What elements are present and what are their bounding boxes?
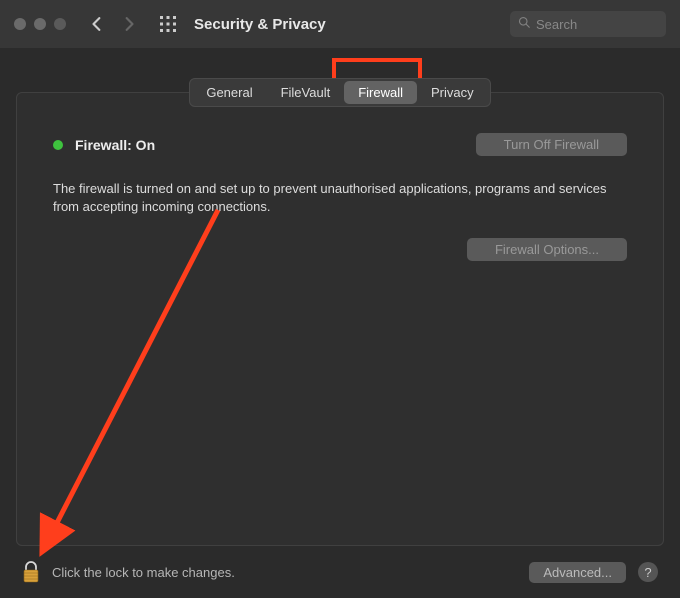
forward-button[interactable] <box>116 11 142 37</box>
tab-general[interactable]: General <box>192 81 266 104</box>
window-title: Security & Privacy <box>194 16 510 33</box>
tab-label: General <box>206 85 252 100</box>
tab-group: General FileVault Firewall Privacy <box>189 78 490 107</box>
back-button[interactable] <box>84 11 110 37</box>
show-all-prefs-icon[interactable] <box>158 14 178 34</box>
lock-icon[interactable] <box>22 561 40 583</box>
tab-label: FileVault <box>281 85 331 100</box>
tab-privacy[interactable]: Privacy <box>417 81 488 104</box>
content-panel: Firewall: On Turn Off Firewall The firew… <box>16 92 664 546</box>
firewall-options-button[interactable]: Firewall Options... <box>467 238 627 261</box>
traffic-lights <box>14 18 66 30</box>
turn-off-firewall-button[interactable]: Turn Off Firewall <box>476 133 627 156</box>
firewall-status-row: Firewall: On Turn Off Firewall <box>53 133 627 156</box>
options-row: Firewall Options... <box>53 238 627 261</box>
advanced-button[interactable]: Advanced... <box>529 562 626 583</box>
tab-firewall[interactable]: Firewall <box>344 81 417 104</box>
help-button[interactable]: ? <box>638 562 658 582</box>
nav-arrows <box>84 11 142 37</box>
window-titlebar: Security & Privacy <box>0 0 680 48</box>
search-input[interactable] <box>536 17 658 32</box>
firewall-status-label: Firewall: On <box>75 137 155 153</box>
tab-strip: General FileVault Firewall Privacy <box>0 78 680 107</box>
fullscreen-window-button[interactable] <box>54 18 66 30</box>
search-field[interactable] <box>510 11 666 37</box>
close-window-button[interactable] <box>14 18 26 30</box>
minimize-window-button[interactable] <box>34 18 46 30</box>
lock-help-text: Click the lock to make changes. <box>52 565 529 580</box>
search-icon <box>518 15 530 33</box>
tab-label: Firewall <box>358 85 403 100</box>
tab-label: Privacy <box>431 85 474 100</box>
status-dot-icon <box>53 140 63 150</box>
footer: Click the lock to make changes. Advanced… <box>0 546 680 598</box>
firewall-description: The firewall is turned on and set up to … <box>53 180 613 216</box>
tab-filevault[interactable]: FileVault <box>267 81 345 104</box>
